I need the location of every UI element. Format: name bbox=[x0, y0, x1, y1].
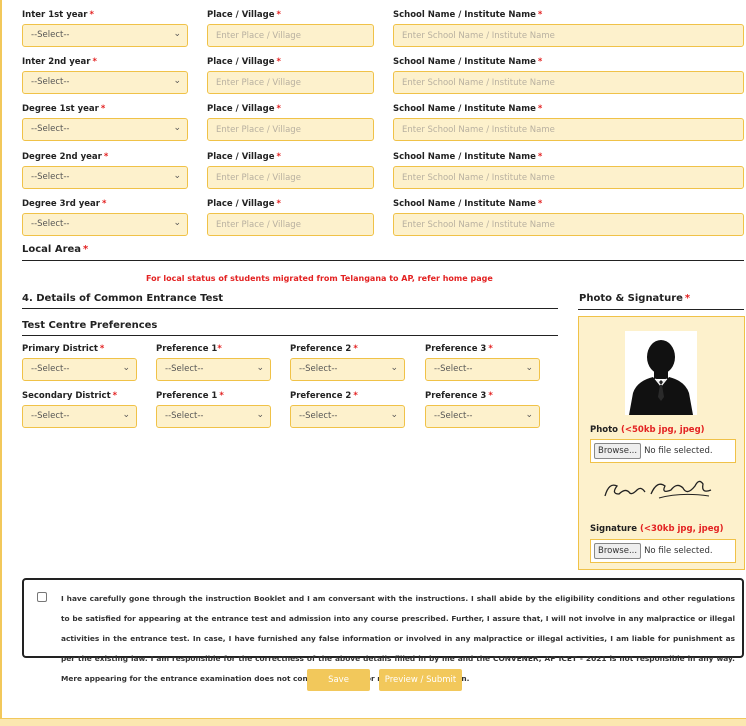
primary-district-label: Primary District * bbox=[22, 344, 105, 354]
chevron-down-icon: ⌄ bbox=[390, 363, 398, 373]
inter-2nd-year-label: Inter 2nd year * bbox=[22, 57, 97, 67]
browse-button[interactable]: Browse... bbox=[594, 443, 642, 459]
inter-1st-year-select[interactable]: --Select-- ⌄ bbox=[22, 24, 188, 47]
inter-1st-year-place-input[interactable]: Enter Place / Village bbox=[207, 24, 374, 47]
chevron-down-icon: ⌄ bbox=[173, 123, 181, 133]
avatar-placeholder-icon bbox=[625, 331, 697, 415]
inter-1st-year-label: Inter 1st year * bbox=[22, 10, 94, 20]
preference-1-label: Preference 1* bbox=[156, 344, 222, 354]
primary-district-select[interactable]: --Select-- ⌄ bbox=[22, 358, 137, 381]
inter-2nd-year-place-input[interactable]: Enter Place / Village bbox=[207, 71, 374, 94]
preference-2-label: Preference 2 * bbox=[290, 391, 358, 401]
degree-2nd-year-place-input[interactable]: Enter Place / Village bbox=[207, 166, 374, 189]
inter-2nd-year-select[interactable]: --Select-- ⌄ bbox=[22, 71, 188, 94]
signature-preview-image bbox=[601, 472, 717, 506]
school-label: School Name / Institute Name * bbox=[393, 199, 543, 209]
degree-1st-year-label: Degree 1st year * bbox=[22, 104, 106, 114]
local-area-label: Local Area * bbox=[22, 244, 89, 255]
application-form-page: Inter 1st year * Place / Village * School … bbox=[0, 0, 746, 726]
place-label: Place / Village * bbox=[207, 104, 281, 114]
degree-3rd-year-school-input[interactable]: Enter School Name / Institute Name bbox=[393, 213, 744, 236]
degree-3rd-year-select[interactable]: --Select-- ⌄ bbox=[22, 213, 188, 236]
preference-3-label: Preference 3 * bbox=[425, 344, 493, 354]
cet-section-heading: 4. Details of Common Entrance Test bbox=[22, 293, 224, 304]
file-status: No file selected. bbox=[644, 446, 713, 456]
preference-1-label: Preference 1* bbox=[156, 391, 224, 401]
degree-3rd-year-label: Degree 3rd year * bbox=[22, 199, 107, 209]
local-status-note: For local status of students migrated fr… bbox=[146, 274, 493, 283]
degree-2nd-year-select[interactable]: --Select-- ⌄ bbox=[22, 166, 188, 189]
place-label: Place / Village * bbox=[207, 10, 281, 20]
divider bbox=[22, 335, 558, 336]
declaration-checkbox[interactable] bbox=[37, 592, 47, 602]
divider bbox=[22, 308, 558, 309]
school-label: School Name / Institute Name * bbox=[393, 10, 543, 20]
photo-signature-heading: Photo & Signature * bbox=[579, 293, 691, 304]
browse-button[interactable]: Browse... bbox=[594, 543, 642, 559]
photo-label: Photo (<50kb jpg, jpeg) bbox=[590, 425, 705, 435]
place-label: Place / Village * bbox=[207, 152, 281, 162]
primary-preference-1-select[interactable]: --Select-- ⌄ bbox=[156, 358, 271, 381]
secondary-district-label: Secondary District * bbox=[22, 391, 118, 401]
secondary-district-select[interactable]: --Select-- ⌄ bbox=[22, 405, 137, 428]
chevron-down-icon: ⌄ bbox=[173, 76, 181, 86]
primary-preference-3-select[interactable]: --Select-- ⌄ bbox=[425, 358, 540, 381]
secondary-preference-2-select[interactable]: --Select-- ⌄ bbox=[290, 405, 405, 428]
preview-submit-button[interactable]: Preview / Submit bbox=[379, 669, 462, 691]
chevron-down-icon: ⌄ bbox=[390, 410, 398, 420]
chevron-down-icon: ⌄ bbox=[525, 410, 533, 420]
chevron-down-icon: ⌄ bbox=[256, 363, 264, 373]
photo-file-input[interactable]: Browse... No file selected. bbox=[590, 439, 736, 463]
school-label: School Name / Institute Name * bbox=[393, 152, 543, 162]
secondary-preference-3-select[interactable]: --Select-- ⌄ bbox=[425, 405, 540, 428]
degree-2nd-year-label: Degree 2nd year * bbox=[22, 152, 109, 162]
degree-1st-year-school-input[interactable]: Enter School Name / Institute Name bbox=[393, 118, 744, 141]
divider bbox=[22, 260, 744, 261]
chevron-down-icon: ⌄ bbox=[122, 363, 130, 373]
preference-2-label: Preference 2 * bbox=[290, 344, 358, 354]
primary-preference-2-select[interactable]: --Select-- ⌄ bbox=[290, 358, 405, 381]
degree-2nd-year-school-input[interactable]: Enter School Name / Institute Name bbox=[393, 166, 744, 189]
chevron-down-icon: ⌄ bbox=[173, 171, 181, 181]
signature-label: Signature (<30kb jpg, jpeg) bbox=[590, 524, 724, 534]
divider bbox=[578, 309, 744, 310]
secondary-preference-1-select[interactable]: --Select-- ⌄ bbox=[156, 405, 271, 428]
chevron-down-icon: ⌄ bbox=[173, 29, 181, 39]
chevron-down-icon: ⌄ bbox=[525, 363, 533, 373]
photo-signature-panel: Photo (<50kb jpg, jpeg) Browse... No file… bbox=[578, 316, 745, 570]
degree-1st-year-select[interactable]: --Select-- ⌄ bbox=[22, 118, 188, 141]
inter-2nd-year-school-input[interactable]: Enter School Name / Institute Name bbox=[393, 71, 744, 94]
chevron-down-icon: ⌄ bbox=[173, 218, 181, 228]
school-label: School Name / Institute Name * bbox=[393, 57, 543, 67]
bottom-border bbox=[0, 718, 746, 726]
chevron-down-icon: ⌄ bbox=[256, 410, 264, 420]
school-label: School Name / Institute Name * bbox=[393, 104, 543, 114]
left-border bbox=[0, 0, 2, 726]
preference-3-label: Preference 3 * bbox=[425, 391, 493, 401]
save-button[interactable]: Save bbox=[307, 669, 370, 691]
file-status: No file selected. bbox=[644, 546, 713, 556]
chevron-down-icon: ⌄ bbox=[122, 410, 130, 420]
place-label: Place / Village * bbox=[207, 199, 281, 209]
place-label: Place / Village * bbox=[207, 57, 281, 67]
degree-1st-year-place-input[interactable]: Enter Place / Village bbox=[207, 118, 374, 141]
degree-3rd-year-place-input[interactable]: Enter Place / Village bbox=[207, 213, 374, 236]
signature-file-input[interactable]: Browse... No file selected. bbox=[590, 539, 736, 563]
declaration-box: I have carefully gone through the instru… bbox=[22, 578, 744, 683]
test-centre-preferences-heading: Test Centre Preferences bbox=[22, 320, 158, 331]
inter-1st-year-school-input[interactable]: Enter School Name / Institute Name bbox=[393, 24, 744, 47]
